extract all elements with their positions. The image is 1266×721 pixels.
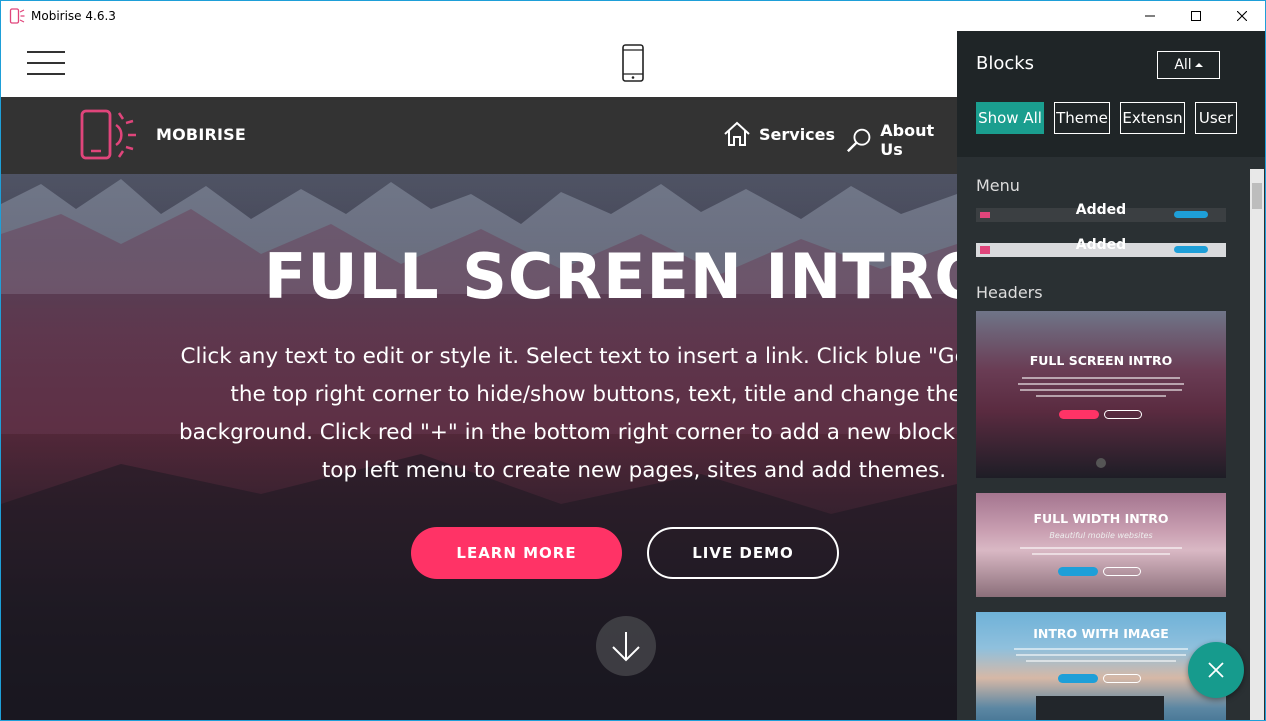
- mobirise-logo-icon[interactable]: [79, 109, 145, 161]
- close-window-button[interactable]: [1219, 1, 1265, 31]
- close-icon: [1237, 11, 1247, 21]
- thumb-title: FULL SCREEN INTRO: [1029, 353, 1173, 368]
- thumb-title: INTRO WITH IMAGE: [1033, 626, 1169, 641]
- site-preview: MOBIRISE Services About Us FULL SCREEN I…: [1, 97, 957, 720]
- mobile-phone-icon[interactable]: [621, 44, 645, 82]
- search-icon: [847, 128, 871, 153]
- nav-item-services[interactable]: Services: [723, 121, 835, 147]
- thumb-title: FULL WIDTH INTRO: [1033, 511, 1169, 526]
- nav-item-about[interactable]: About Us: [846, 121, 957, 159]
- blocks-list: Menu Added Added Headers FULL SCREEN INT…: [957, 157, 1265, 720]
- section-label-headers: Headers: [976, 283, 1043, 302]
- filter-value: All: [1174, 57, 1192, 73]
- hamburger-icon[interactable]: [27, 49, 65, 77]
- blocks-panel: Blocks All Show All Theme Extensn User M…: [957, 31, 1265, 720]
- maximize-icon: [1191, 11, 1201, 21]
- scroll-down-button[interactable]: [596, 616, 656, 676]
- app-window: Mobirise 4.6.3 MOBIRISE Services About U…: [0, 0, 1266, 721]
- minimize-button[interactable]: [1127, 1, 1173, 31]
- added-label: Added: [1075, 237, 1127, 253]
- added-label: Added: [1075, 202, 1127, 218]
- site-navbar: MOBIRISE Services About Us: [1, 97, 957, 174]
- tab-show-all[interactable]: Show All: [976, 102, 1044, 134]
- close-fab-button[interactable]: [1188, 642, 1244, 698]
- filter-dropdown[interactable]: All: [1157, 51, 1220, 79]
- tab-user[interactable]: User: [1195, 102, 1237, 134]
- brand-name[interactable]: MOBIRISE: [156, 125, 246, 144]
- header-block-thumb[interactable]: FULL WIDTH INTRO Beautiful mobile websit…: [976, 493, 1226, 597]
- hero-text[interactable]: Click any text to edit or style it. Sele…: [169, 338, 957, 490]
- tab-extensions[interactable]: Extensn: [1120, 102, 1185, 134]
- title-bar: Mobirise 4.6.3: [1, 1, 1265, 31]
- header-block-thumb[interactable]: FULL SCREEN INTRO: [976, 311, 1226, 478]
- nav-label: Services: [759, 124, 836, 144]
- blocks-panel-header: Blocks All Show All Theme Extensn User: [957, 31, 1265, 157]
- close-icon: [1208, 662, 1224, 678]
- scrollbar-thumb[interactable]: [1252, 183, 1262, 209]
- nav-label: About Us: [880, 121, 935, 159]
- hero-title[interactable]: FULL SCREEN INTRO: [1, 240, 957, 313]
- maximize-button[interactable]: [1173, 1, 1219, 31]
- home-icon: [724, 121, 750, 146]
- hero-text-line: top left menu to create new pages, sites…: [321, 458, 947, 483]
- hero-text-line: background. Click red "+" in the bottom …: [178, 420, 957, 445]
- section-label-menu: Menu: [976, 176, 1020, 195]
- editor-toolbar: [1, 31, 957, 97]
- caret-up-icon: [1194, 63, 1203, 67]
- mobirise-app-icon: [9, 8, 25, 24]
- hero-text-line: the top right corner to hide/show button…: [230, 382, 957, 407]
- panel-title: Blocks: [976, 53, 1035, 74]
- hero-text-line: Click any text to edit or style it. Sele…: [180, 344, 957, 369]
- live-demo-button[interactable]: LIVE DEMO: [647, 527, 839, 579]
- thumb-subtitle: Beautiful mobile websites: [1049, 531, 1153, 540]
- hero-section: FULL SCREEN INTRO Click any text to edit…: [1, 174, 957, 720]
- learn-more-button[interactable]: LEARN MORE: [411, 527, 622, 579]
- minimize-icon: [1145, 15, 1155, 17]
- window-title: Mobirise 4.6.3: [31, 9, 116, 23]
- panel-scrollbar[interactable]: [1250, 169, 1264, 720]
- tab-theme[interactable]: Theme: [1054, 102, 1110, 134]
- arrow-down-icon: [612, 632, 640, 662]
